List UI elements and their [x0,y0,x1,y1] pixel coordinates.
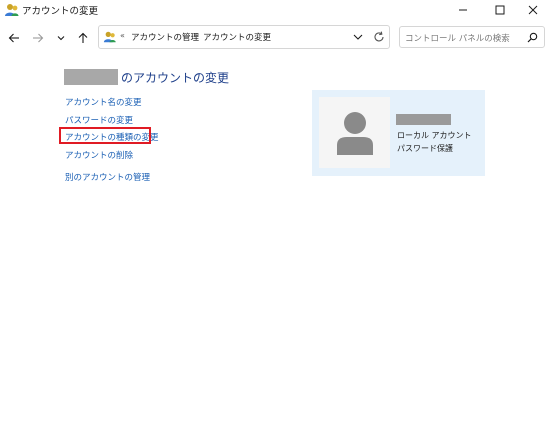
recent-locations-button[interactable] [51,28,71,48]
forward-button[interactable] [28,28,48,48]
search-input[interactable]: コントロール パネルの検索 [399,26,545,48]
avatar [319,97,390,168]
maximize-button[interactable] [483,0,517,20]
breadcrumb-separator[interactable]: › [194,31,197,40]
window-title: アカウントの変更 [22,6,99,17]
account-type-label: ローカル アカウント [397,131,472,140]
forward-arrow-icon [33,33,44,43]
search-icon[interactable] [527,32,538,43]
back-arrow-icon [8,33,19,43]
redacted-account-name [64,69,118,85]
user-accounts-icon [5,4,19,16]
page-title: のアカウントの変更 [121,70,230,85]
address-bar[interactable]: « アカウントの管理 › アカウントの変更 [98,25,390,49]
highlight-box [59,127,151,144]
refresh-icon[interactable] [372,30,386,44]
redacted-user-name [396,114,451,125]
minimize-icon [459,9,467,11]
manage-another-account-link[interactable]: 別のアカウントの管理 [65,171,150,183]
breadcrumb-account-management[interactable]: アカウントの管理 [131,31,199,43]
user-avatar-icon [337,112,373,155]
minimize-button[interactable] [446,0,480,20]
maximize-icon [495,5,505,15]
close-button[interactable] [516,0,550,20]
close-icon [528,5,538,15]
password-status-label: パスワード保護 [397,144,453,153]
change-account-name-link[interactable]: アカウント名の変更 [65,96,142,108]
up-arrow-icon [78,32,88,43]
search-placeholder: コントロール パネルの検索 [405,34,510,44]
up-button[interactable] [73,28,93,48]
delete-account-link[interactable]: アカウントの削除 [65,149,133,161]
chevron-down-icon [57,36,65,41]
back-button[interactable] [4,28,24,48]
breadcrumb-change-account[interactable]: アカウントの変更 [203,31,271,43]
chevron-down-icon[interactable] [351,30,365,44]
breadcrumb-overflow[interactable]: « [120,31,125,40]
title-bar: アカウントの変更 [0,0,550,20]
user-accounts-icon [103,31,116,43]
change-password-link[interactable]: パスワードの変更 [65,114,133,126]
page-heading: のアカウントの変更 [64,68,229,86]
